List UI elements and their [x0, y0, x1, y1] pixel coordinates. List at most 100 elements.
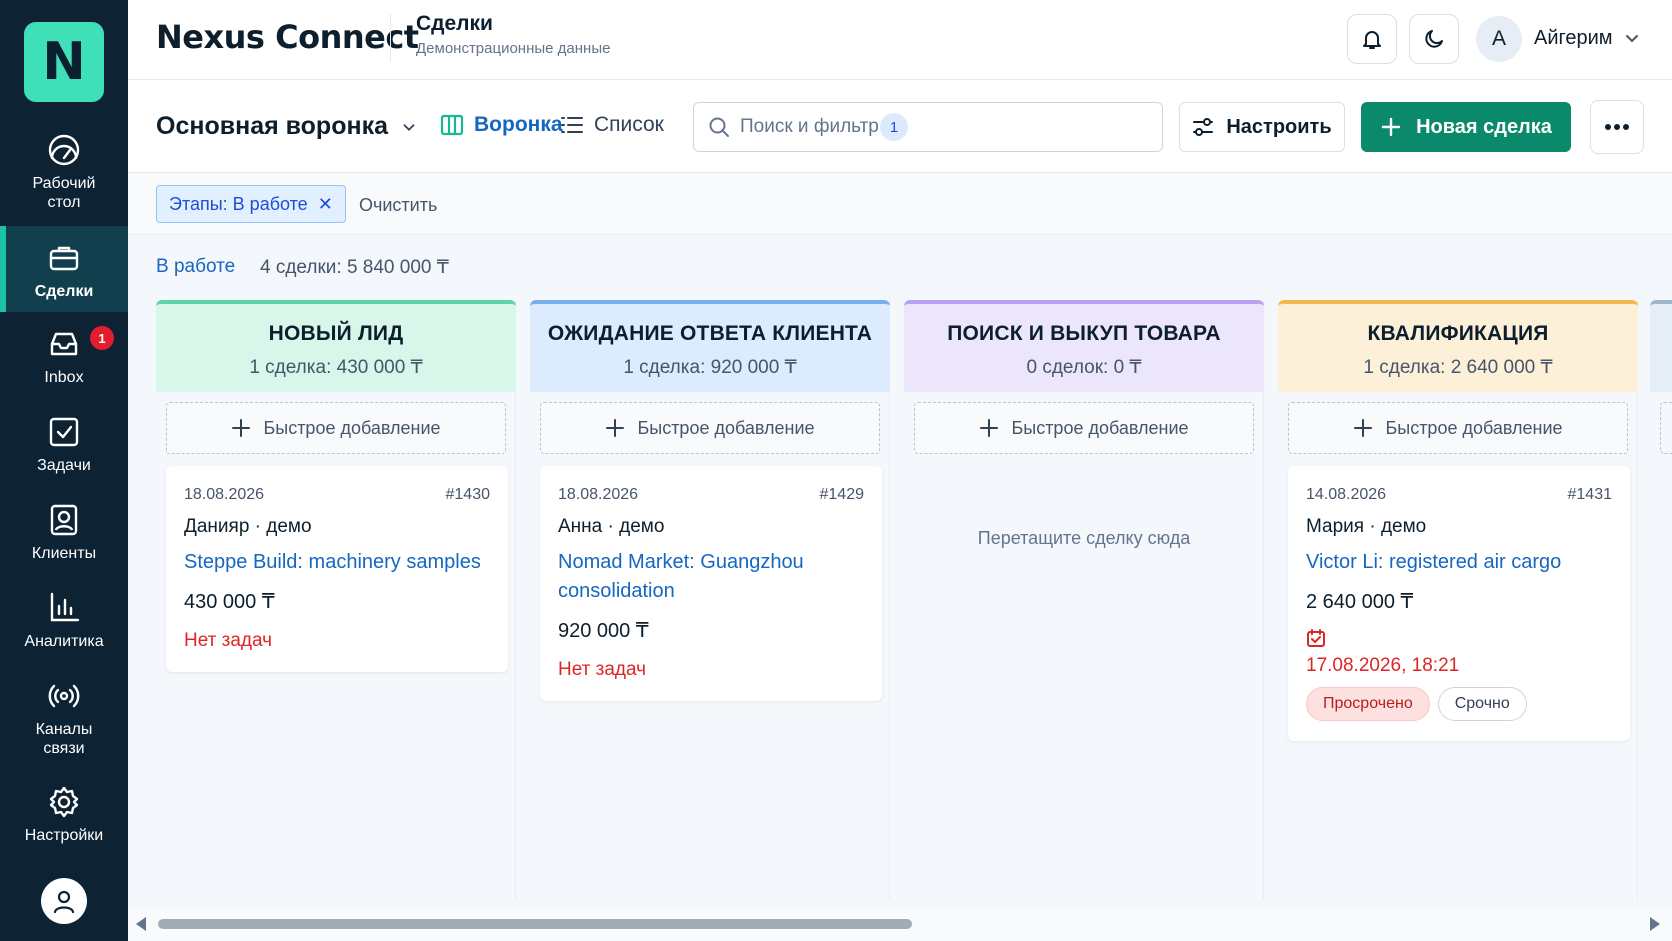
column-header: КВАЛИФИКАЦИЯ 1 сделка: 2 640 000 ₸: [1278, 300, 1638, 392]
column-summary: 1 сделка: 2 640 000 ₸: [1363, 357, 1553, 378]
column-header: ПОИСК И ВЫКУП ТОВАРА 0 сделок: 0 ₸: [904, 300, 1264, 392]
sidebar-item-clients[interactable]: Клиенты: [0, 502, 128, 563]
search-input[interactable]: [740, 116, 880, 138]
search-icon: [709, 117, 729, 137]
configure-button[interactable]: Настроить: [1179, 102, 1345, 152]
deal-date: 18.08.2026: [558, 486, 639, 503]
deal-amount: 2 640 000 ₸: [1306, 591, 1414, 613]
kanban-column: НОВЫЙ ЛИД 1 сделка: 430 000 ₸ Быстрое до…: [156, 300, 516, 900]
clear-filters-button[interactable]: Очистить: [359, 195, 437, 216]
top-bar: Nexus Connect Сделки Демонстрационные да…: [128, 0, 1672, 80]
deal-card[interactable]: 18.08.2026 #1430 Данияр · демо Steppe Bu…: [166, 466, 508, 672]
gear-icon: [49, 786, 79, 818]
new-deal-button[interactable]: Новая сделка: [1361, 102, 1571, 152]
quick-add-button[interactable]: Быстрое добавление: [914, 402, 1254, 454]
deal-date: 14.08.2026: [1306, 486, 1387, 503]
kanban-column: ОЖИДАНИЕ ОТВЕТА КЛИЕНТА 1 сделка: 920 00…: [530, 300, 890, 900]
deal-card[interactable]: 18.08.2026 #1429 Анна · демо Nomad Marke…: [540, 466, 882, 701]
filter-chip-label: Этапы: В работе: [169, 193, 308, 214]
horizontal-scrollbar-thumb[interactable]: [158, 919, 912, 929]
pipeline-selector[interactable]: Основная воронка: [156, 112, 418, 141]
deal-title-link[interactable]: Nomad Market: Guangzhou consolidation: [558, 548, 864, 606]
sidebar-item-settings[interactable]: Настройки: [0, 784, 128, 845]
deal-title-link[interactable]: Victor Li: registered air cargo: [1306, 548, 1612, 577]
sidebar-item-label: Настройки: [24, 827, 104, 844]
column-title: ПОИСК И ВЫКУП ТОВАРА: [947, 322, 1221, 345]
column-summary: 0 сделок: 0 ₸: [1026, 357, 1142, 378]
app-name: Nexus Connect: [156, 18, 419, 56]
tab-funnel[interactable]: Воронка: [440, 113, 563, 137]
calendar-check-icon: [1307, 629, 1325, 647]
briefcase-icon: [49, 246, 79, 271]
sidebar-item-label: Рабочий стол: [32, 175, 96, 211]
avatar[interactable]: А: [1476, 16, 1522, 62]
search-box[interactable]: 1: [693, 102, 1163, 152]
page-title: Сделки: [416, 12, 493, 35]
moon-icon: [1425, 30, 1443, 48]
page-subtitle: Демонстрационные данные: [416, 40, 611, 57]
sidebar-item-channels[interactable]: Каналы связи: [0, 678, 128, 758]
column-title: НОВЫЙ ЛИД: [268, 322, 404, 345]
deal-id: #1430: [445, 486, 491, 503]
sidebar-item-analytics[interactable]: Аналитика: [0, 590, 128, 651]
filter-chip[interactable]: Этапы: В работе ✕: [156, 185, 346, 223]
quick-add-label: Быстрое добавление: [263, 417, 441, 438]
app-logo[interactable]: N: [24, 22, 104, 102]
sidebar-item-label: Сделки: [34, 283, 94, 300]
stage-group-link[interactable]: В работе: [156, 256, 235, 278]
plus-icon: [606, 419, 625, 437]
new-deal-label: Новая сделка: [1416, 115, 1552, 138]
kanban-column-partial: [1650, 300, 1672, 900]
quick-add-button[interactable]: [1660, 402, 1672, 454]
deal-tasks-status: Нет задач: [184, 630, 273, 651]
pipeline-name: Основная воронка: [156, 112, 388, 140]
plus-icon: [980, 419, 999, 437]
sidebar-item-label: Клиенты: [31, 545, 97, 562]
notifications-button[interactable]: [1347, 14, 1397, 64]
quick-add-label: Быстрое добавление: [637, 417, 815, 438]
deal-date: 18.08.2026: [184, 486, 265, 503]
divider: [390, 14, 391, 62]
active-filter-count: 1: [880, 113, 908, 141]
tab-label: Список: [594, 113, 664, 136]
quick-add-button[interactable]: Быстрое добавление: [166, 402, 506, 454]
quick-add-button[interactable]: Быстрое добавление: [1288, 402, 1628, 454]
sidebar-item-dashboard[interactable]: Рабочий стол: [0, 132, 128, 212]
sidebar-item-label: Каналы связи: [35, 721, 93, 757]
scroll-left-arrow[interactable]: [136, 917, 146, 931]
scroll-right-arrow[interactable]: [1650, 917, 1660, 931]
sidebar-item-deals[interactable]: Сделки: [0, 226, 128, 312]
inbox-icon: [50, 332, 78, 356]
close-icon[interactable]: ✕: [318, 194, 333, 215]
deal-due-date: 17.08.2026, 18:21: [1306, 655, 1460, 676]
tab-list[interactable]: Список: [560, 113, 664, 137]
column-title: ОЖИДАНИЕ ОТВЕТА КЛИЕНТА: [547, 322, 873, 345]
quick-add-button[interactable]: Быстрое добавление: [540, 402, 880, 454]
sidebar-item-label: Inbox: [44, 369, 84, 386]
column-title: КВАЛИФИКАЦИЯ: [1367, 322, 1549, 345]
task-check-icon: [49, 417, 79, 447]
more-options-button[interactable]: [1590, 100, 1644, 154]
plus-icon: [232, 419, 251, 437]
deal-amount: 430 000 ₸: [184, 591, 275, 613]
sidebar-item-label: Аналитика: [24, 633, 104, 650]
overdue-badge: Просрочено: [1306, 687, 1430, 721]
chevron-down-icon[interactable]: [1622, 28, 1642, 48]
bar-chart-icon: [50, 592, 80, 622]
theme-toggle-button[interactable]: [1409, 14, 1459, 64]
sidebar-item-inbox[interactable]: Inbox 1: [0, 326, 128, 387]
user-name[interactable]: Айгерим: [1534, 27, 1613, 50]
deal-amount: 920 000 ₸: [558, 620, 649, 642]
chevron-down-icon: [403, 123, 415, 131]
sidebar-item-label: Задачи: [37, 457, 91, 474]
profile-button[interactable]: [41, 878, 87, 924]
user-icon: [53, 890, 75, 914]
kanban-column: ПОИСК И ВЫКУП ТОВАРА 0 сделок: 0 ₸ Быстр…: [904, 300, 1264, 900]
deal-title-link[interactable]: Steppe Build: machinery samples: [184, 548, 490, 577]
tab-label: Воронка: [474, 113, 563, 136]
toolbar: Основная воронка Воронка Список 1 Настро…: [128, 80, 1672, 173]
quick-add-label: Быстрое добавление: [1011, 417, 1189, 438]
list-icon: [561, 117, 583, 133]
sidebar-item-tasks[interactable]: Задачи: [0, 414, 128, 475]
deal-card[interactable]: 14.08.2026 #1431 Мария · демо Victor Li:…: [1288, 466, 1630, 741]
